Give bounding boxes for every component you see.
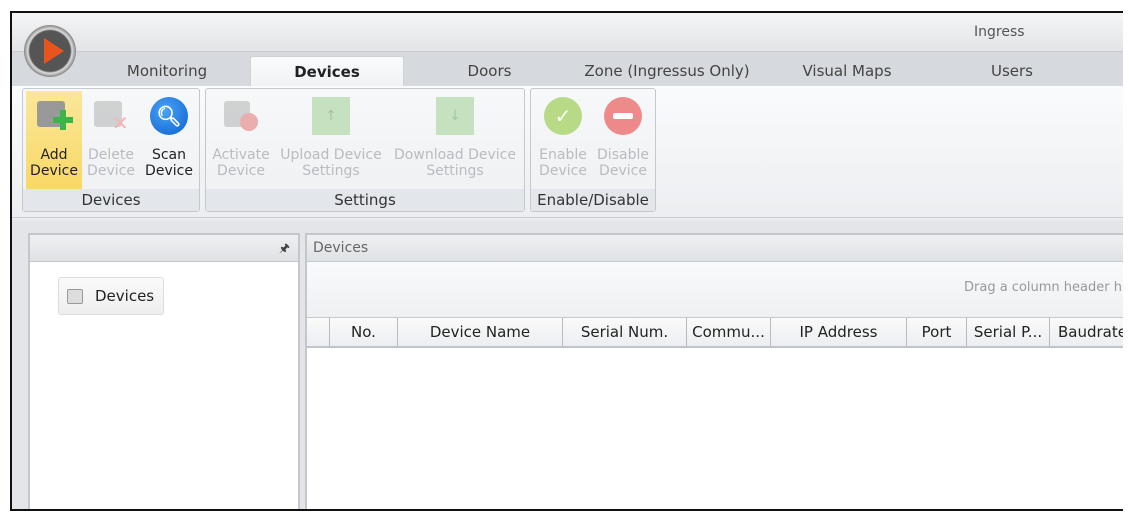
download-device-settings-button[interactable]: ↓ Download Device Settings <box>390 91 520 189</box>
ribbon-tabs: Monitoring Devices Doors Zone (Ingressus… <box>12 51 1123 87</box>
title-bar: Ingress <box>12 13 1123 51</box>
delete-device-label-2: Device <box>87 163 135 179</box>
column-no[interactable]: No. <box>329 318 397 346</box>
add-device-button[interactable]: Add Device <box>26 91 82 189</box>
search-icon: 🔍︎ <box>150 97 188 135</box>
group-label: Enable/Disable <box>531 189 655 211</box>
delete-device-label: Delete <box>88 147 134 163</box>
add-device-icon <box>35 97 73 135</box>
tree-item-label: Devices <box>95 287 155 305</box>
group-by-hint: Drag a column header h <box>964 280 1122 295</box>
delete-device-button[interactable]: ✕ Delete Device <box>83 91 139 189</box>
minus-circle-icon <box>604 97 642 135</box>
app-title: Ingress <box>974 24 1025 40</box>
group-label: Settings <box>206 189 524 211</box>
group-settings: Activate Device ↑ Upload Device Settings ↓… <box>205 88 525 212</box>
column-serial-port[interactable]: Serial P... <box>966 318 1049 346</box>
tab-doors[interactable]: Doors <box>432 56 547 87</box>
tab-devices[interactable]: Devices <box>250 56 404 87</box>
download-device-label: Download Device <box>394 147 516 163</box>
navigation-panel-header: 🖈 <box>30 235 298 262</box>
column-ip-address[interactable]: IP Address <box>770 318 906 346</box>
tab-zone[interactable]: Zone (Ingressus Only) <box>572 56 762 87</box>
activate-device-label: Activate <box>212 147 270 163</box>
column-baudrate[interactable]: Baudrate <box>1049 318 1123 346</box>
upload-icon: ↑ <box>312 97 350 135</box>
pin-icon[interactable]: 🖈 <box>279 235 290 262</box>
group-devices: Add Device ✕ Delete Device 🔍︎ Scan Device D… <box>22 88 200 212</box>
upload-device-label: Upload Device <box>280 147 382 163</box>
tab-users[interactable]: Users <box>952 56 1072 87</box>
scan-device-button[interactable]: 🔍︎ Scan Device <box>141 91 197 189</box>
scan-device-label-2: Device <box>145 163 193 179</box>
activate-device-button[interactable]: Activate Device <box>209 91 273 189</box>
enable-device-label: Enable <box>539 147 587 163</box>
disable-device-button[interactable]: Disable Device <box>593 91 653 189</box>
column-port[interactable]: Port <box>906 318 966 346</box>
tab-monitoring[interactable]: Monitoring <box>102 56 232 87</box>
disable-device-label-2: Device <box>599 163 647 179</box>
delete-device-icon: ✕ <box>92 97 130 135</box>
app-menu-orb-icon[interactable] <box>24 25 76 77</box>
devices-panel-title: Devices <box>307 235 1123 262</box>
group-enable-disable: ✓ Enable Device Disable Device Enable/Disa… <box>530 88 656 212</box>
tab-visual-maps[interactable]: Visual Maps <box>782 56 912 87</box>
disable-device-label: Disable <box>597 147 649 163</box>
device-icon <box>67 289 83 304</box>
activate-device-icon <box>222 97 260 135</box>
upload-device-label-2: Settings <box>302 163 360 179</box>
download-device-label-2: Settings <box>426 163 484 179</box>
navigation-panel: 🖈 Devices <box>28 233 300 509</box>
add-device-label-2: Device <box>30 163 78 179</box>
tree-item-devices[interactable]: Devices <box>58 277 164 315</box>
download-icon: ↓ <box>436 97 474 135</box>
grid-column-header: No. Device Name Serial Num. Commu... IP … <box>307 318 1123 348</box>
app-window: Ingress Monitoring Devices Doors Zone (I… <box>10 11 1123 511</box>
devices-panel: Devices Drag a column header h No. Devic… <box>305 233 1123 509</box>
column-communication[interactable]: Commu... <box>686 318 770 346</box>
enable-device-button[interactable]: ✓ Enable Device <box>534 91 592 189</box>
scan-device-label: Scan <box>151 147 187 163</box>
enable-device-label-2: Device <box>539 163 587 179</box>
column-serial-num[interactable]: Serial Num. <box>562 318 686 346</box>
activate-device-label-2: Device <box>217 163 265 179</box>
content-area: 🖈 Devices Devices Drag a column header h… <box>12 221 1123 509</box>
group-by-panel[interactable]: Drag a column header h <box>307 262 1123 318</box>
ribbon: Add Device ✕ Delete Device 🔍︎ Scan Device D… <box>12 86 1123 218</box>
column-device-name[interactable]: Device Name <box>397 318 562 346</box>
check-icon: ✓ <box>544 97 582 135</box>
upload-device-settings-button[interactable]: ↑ Upload Device Settings <box>276 91 386 189</box>
add-device-label: Add <box>40 147 68 163</box>
group-label: Devices <box>23 189 199 211</box>
